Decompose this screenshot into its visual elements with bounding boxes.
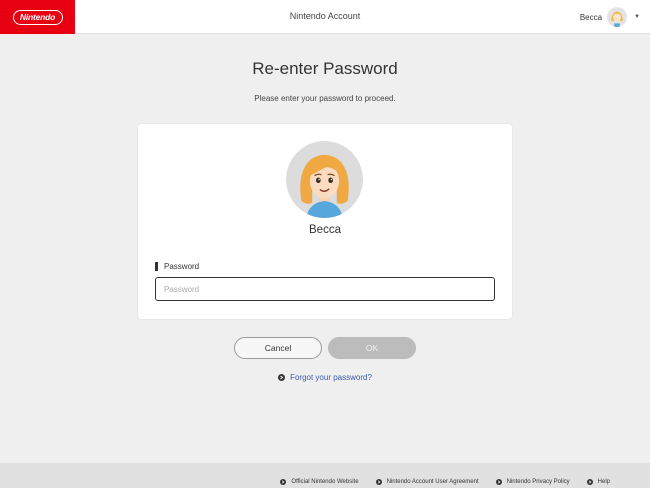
password-card: Becca Password [138,124,512,319]
arrow-right-icon [278,374,286,381]
user-avatar [286,141,363,218]
ok-button[interactable]: OK [328,337,416,359]
label-marker [155,262,158,271]
footer-link-help[interactable]: Help [586,479,610,485]
user-menu[interactable]: Becca ▼ [580,7,640,27]
header-user-name: Becca [579,12,603,22]
footer-link-privacy-policy[interactable]: Nintendo Privacy Policy [495,479,570,485]
footer-link-label: Nintendo Privacy Policy [506,479,570,485]
footer: Official Nintendo Website Nintendo Accou… [0,463,650,488]
arrow-right-icon [280,479,287,485]
arrow-right-icon [495,479,502,485]
arrow-right-icon [375,479,382,485]
password-input[interactable] [155,277,495,301]
password-label-text: Password [164,262,200,271]
card-username: Becca [309,224,341,236]
top-header: Nintendo Nintendo Account Becca ▼ [0,0,650,34]
header-title: Nintendo Account [289,11,361,21]
footer-link-label: Nintendo Account User Agreement [386,479,479,485]
footer-links: Official Nintendo Website Nintendo Accou… [280,479,610,485]
cancel-button[interactable]: Cancel [234,337,322,359]
forgot-password-link[interactable]: Forgot your password? [0,373,650,382]
caret-down-icon: ▼ [634,14,640,20]
arrow-right-icon [586,479,593,485]
page-title: Re-enter Password [252,59,398,78]
password-label: Password [155,262,199,271]
footer-link-official-website[interactable]: Official Nintendo Website [280,479,359,485]
page-subtitle: Please enter your password to proceed. [254,94,396,103]
footer-link-label: Official Nintendo Website [291,479,359,485]
forgot-password-text: Forgot your password? [290,373,372,382]
footer-link-user-agreement[interactable]: Nintendo Account User Agreement [375,479,479,485]
footer-link-label: Help [597,479,610,485]
header-avatar [607,7,628,27]
